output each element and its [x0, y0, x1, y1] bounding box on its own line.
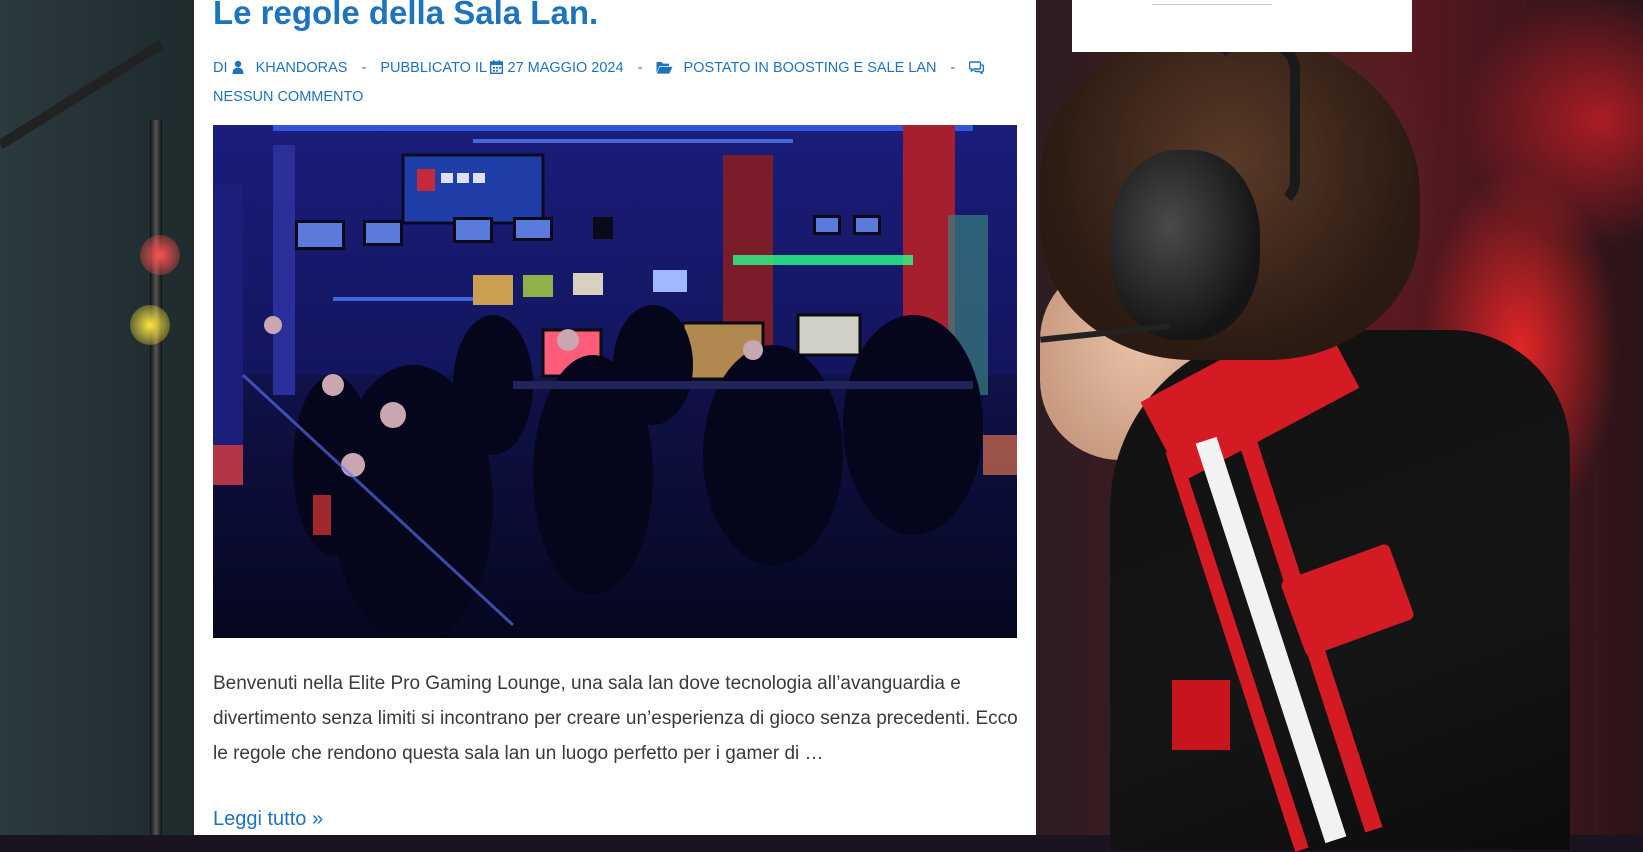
- headphone: [1110, 150, 1260, 340]
- comments-link[interactable]: NESSUN COMMENTO: [213, 89, 363, 105]
- author-link[interactable]: KHANDORAS: [256, 60, 348, 76]
- mic-arm: [0, 40, 164, 150]
- posted-in-label: POSTATO IN: [683, 60, 769, 76]
- post-date-link[interactable]: 27 MAGGIO 2024: [508, 60, 624, 76]
- post-meta: DI KHANDORAS - PUBBLICATO IL 27 MAGGIO 2…: [213, 54, 1013, 112]
- meta-separator: -: [950, 60, 956, 76]
- comments-icon: [969, 60, 985, 76]
- by-label: DI: [213, 60, 228, 76]
- post-excerpt: Benvenuti nella Elite Pro Gaming Lounge,…: [213, 673, 1018, 764]
- post-card: Le regole della Sala Lan. DI KHANDORAS -…: [194, 0, 1036, 835]
- meta-separator: -: [361, 60, 367, 76]
- published-label: PUBBLICATO IL: [380, 60, 487, 76]
- meta-separator: -: [637, 60, 643, 76]
- calendar-icon: [490, 60, 507, 76]
- sidebar-widget: [1072, 0, 1412, 52]
- user-icon: [232, 60, 248, 76]
- read-more-link[interactable]: Leggi tutto »: [213, 808, 323, 831]
- folder-open-icon: [656, 60, 677, 76]
- category-link[interactable]: BOOSTING E SALE LAN: [773, 60, 937, 76]
- yellow-light: [130, 305, 170, 345]
- red-light: [140, 235, 180, 275]
- mic-stand: [150, 120, 162, 835]
- sidebar-widget-text: [1152, 0, 1272, 5]
- post-title[interactable]: Le regole della Sala Lan.: [213, 0, 598, 32]
- sponsor-patch: [1172, 680, 1230, 750]
- featured-image[interactable]: [213, 125, 1017, 638]
- lan-room-photo: [213, 125, 1017, 638]
